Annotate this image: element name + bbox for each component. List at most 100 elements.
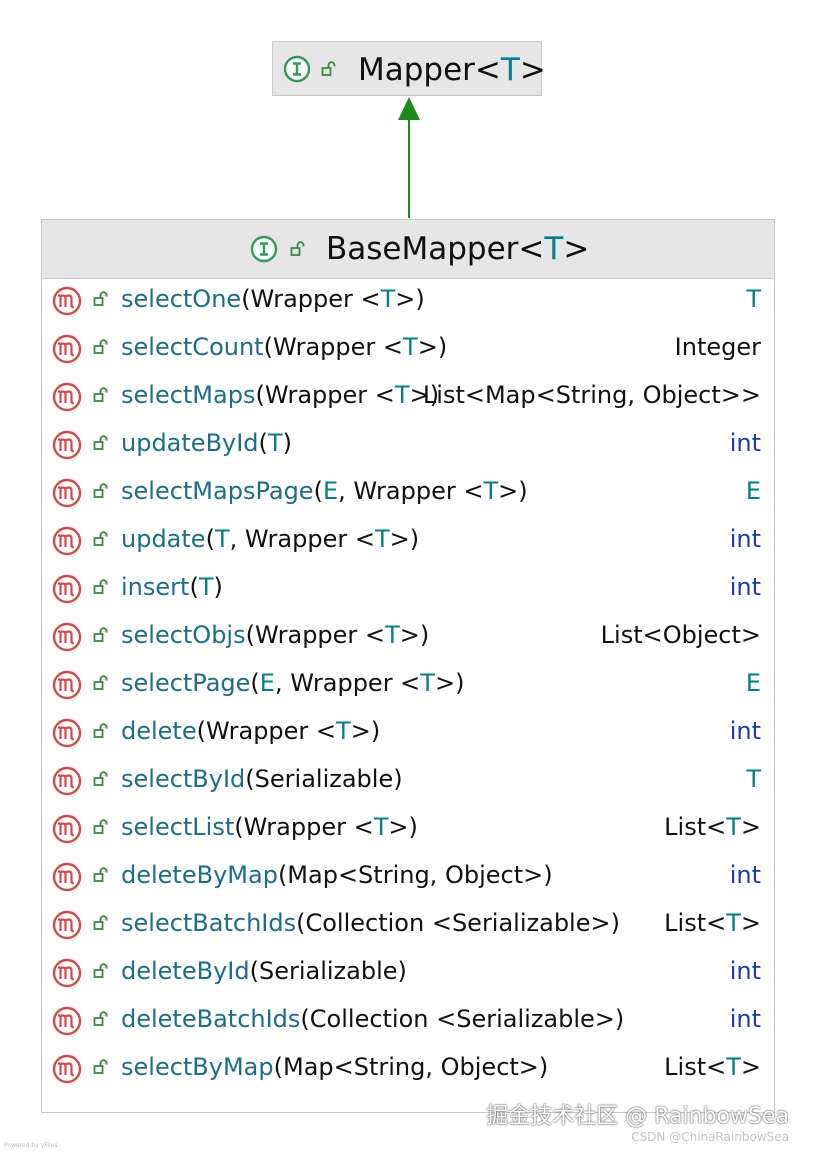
- method-name: update: [121, 525, 206, 553]
- method-return-type: E: [745, 477, 761, 505]
- method-row[interactable]: selectByMap(Map<String, Object>) List<T>: [42, 1046, 774, 1094]
- public-visibility-icon: [93, 387, 108, 402]
- method-params: (Serializable): [249, 957, 407, 985]
- method-signature: updateById(T): [121, 427, 292, 459]
- method-return-type: int: [729, 861, 761, 889]
- method-params: (T, Wrapper <T>): [205, 525, 420, 553]
- method-params: (Collection <Serializable>): [296, 909, 620, 937]
- public-visibility-icon: [93, 915, 108, 930]
- method-return-type: List<T>: [664, 813, 761, 841]
- method-params: (Wrapper <T>): [255, 381, 440, 409]
- method-return-type: int: [729, 525, 761, 553]
- method-icon: [52, 670, 82, 700]
- method-params: (Wrapper <T>): [263, 333, 448, 361]
- method-name: selectPage: [121, 669, 251, 697]
- method-icon: [52, 286, 82, 316]
- method-params: (T): [189, 573, 223, 601]
- method-params: (E, Wrapper <T>): [250, 669, 465, 697]
- method-name: deleteBatchIds: [121, 1005, 301, 1033]
- basemapper-header: BaseMapper<T>: [42, 220, 774, 279]
- method-row[interactable]: selectMaps(Wrapper <T>) List<Map<String, …: [42, 374, 774, 422]
- class-name: Mapper: [358, 52, 475, 88]
- method-signature: selectMaps(Wrapper <T>): [121, 379, 439, 411]
- method-name: selectList: [121, 813, 235, 841]
- method-params: (E, Wrapper <T>): [313, 477, 528, 505]
- public-visibility-icon: [93, 483, 108, 498]
- method-icon: [52, 910, 82, 940]
- method-row[interactable]: selectMapsPage(E, Wrapper <T>) E: [42, 470, 774, 518]
- public-visibility-icon: [93, 291, 108, 306]
- public-visibility-icon: [93, 867, 108, 882]
- inheritance-arrow: [398, 97, 420, 218]
- method-signature: deleteByMap(Map<String, Object>): [121, 859, 553, 891]
- method-row[interactable]: delete(Wrapper <T>) int: [42, 710, 774, 758]
- method-row[interactable]: selectObjs(Wrapper <T>) List<Object>: [42, 614, 774, 662]
- method-return-type: int: [729, 957, 761, 985]
- method-row[interactable]: selectPage(E, Wrapper <T>) E: [42, 662, 774, 710]
- method-row[interactable]: deleteBatchIds(Collection <Serializable>…: [42, 998, 774, 1046]
- method-icon: [52, 814, 82, 844]
- method-return-type: int: [729, 717, 761, 745]
- method-row[interactable]: deleteByMap(Map<String, Object>) int: [42, 854, 774, 902]
- public-visibility-icon: [93, 435, 108, 450]
- method-signature: selectList(Wrapper <T>): [121, 811, 418, 843]
- method-icon: [52, 766, 82, 796]
- method-row[interactable]: selectBatchIds(Collection <Serializable>…: [42, 902, 774, 950]
- method-return-type: Integer: [674, 333, 761, 361]
- method-row[interactable]: selectOne(Wrapper <T>) T: [42, 278, 774, 326]
- method-params: (Map<String, Object>): [277, 861, 553, 889]
- mapper-interface-box[interactable]: Mapper<T>: [272, 41, 546, 96]
- method-return-type: List<Map<String, Object>>: [422, 381, 761, 409]
- method-signature: selectPage(E, Wrapper <T>): [121, 667, 464, 699]
- method-name: delete: [121, 717, 197, 745]
- public-visibility-icon: [93, 723, 108, 738]
- public-visibility-icon: [93, 819, 108, 834]
- method-icon: [52, 430, 82, 460]
- method-name: insert: [121, 573, 190, 601]
- method-signature: selectByMap(Map<String, Object>): [121, 1051, 548, 1083]
- method-row[interactable]: selectById(Serializable) T: [42, 758, 774, 806]
- method-params: (Wrapper <T>): [241, 285, 425, 313]
- method-return-type: int: [729, 573, 761, 601]
- method-return-type: List<T>: [664, 909, 761, 937]
- method-signature: selectCount(Wrapper <T>): [121, 331, 447, 363]
- method-return-type: E: [745, 669, 761, 697]
- method-signature: selectById(Serializable): [121, 763, 403, 795]
- public-visibility-icon: [321, 61, 336, 76]
- basemapper-interface-box[interactable]: BaseMapper<T> selectOne(Wrapper <T>) Tsel…: [41, 219, 775, 1113]
- method-params: (Wrapper <T>): [196, 717, 381, 745]
- watermark-sub: CSDN @ChinaRainbowSea: [631, 1130, 789, 1144]
- method-return-type: List<T>: [664, 1053, 761, 1081]
- method-signature: delete(Wrapper <T>): [121, 715, 380, 747]
- method-row[interactable]: deleteById(Serializable) int: [42, 950, 774, 998]
- method-params: (T): [258, 429, 292, 457]
- method-icon: [52, 718, 82, 748]
- method-params: (Collection <Serializable>): [300, 1005, 625, 1033]
- method-name: selectByMap: [121, 1053, 274, 1081]
- method-name: selectOne: [121, 285, 242, 313]
- method-signature: selectObjs(Wrapper <T>): [121, 619, 429, 651]
- method-icon: [52, 382, 82, 412]
- interface-icon: [250, 235, 278, 263]
- method-name: selectById: [121, 765, 246, 793]
- public-visibility-icon: [93, 627, 108, 642]
- class-name: BaseMapper: [326, 231, 519, 267]
- method-row[interactable]: selectCount(Wrapper <T>) Integer: [42, 326, 774, 374]
- public-visibility-icon: [93, 963, 108, 978]
- method-row[interactable]: update(T, Wrapper <T>) int: [42, 518, 774, 566]
- method-row[interactable]: selectList(Wrapper <T>) List<T>: [42, 806, 774, 854]
- method-signature: selectOne(Wrapper <T>): [121, 283, 425, 315]
- public-visibility-icon: [93, 1011, 108, 1026]
- public-visibility-icon: [93, 1059, 108, 1074]
- public-visibility-icon: [93, 339, 108, 354]
- method-icon: [52, 526, 82, 556]
- method-icon: [52, 334, 82, 364]
- method-icon: [52, 862, 82, 892]
- method-return-type: T: [746, 765, 761, 793]
- method-row[interactable]: updateById(T) int: [42, 422, 774, 470]
- method-icon: [52, 1006, 82, 1036]
- method-icon: [52, 574, 82, 604]
- method-name: deleteByMap: [121, 861, 278, 889]
- method-icon: [52, 478, 82, 508]
- method-row[interactable]: insert(T) int: [42, 566, 774, 614]
